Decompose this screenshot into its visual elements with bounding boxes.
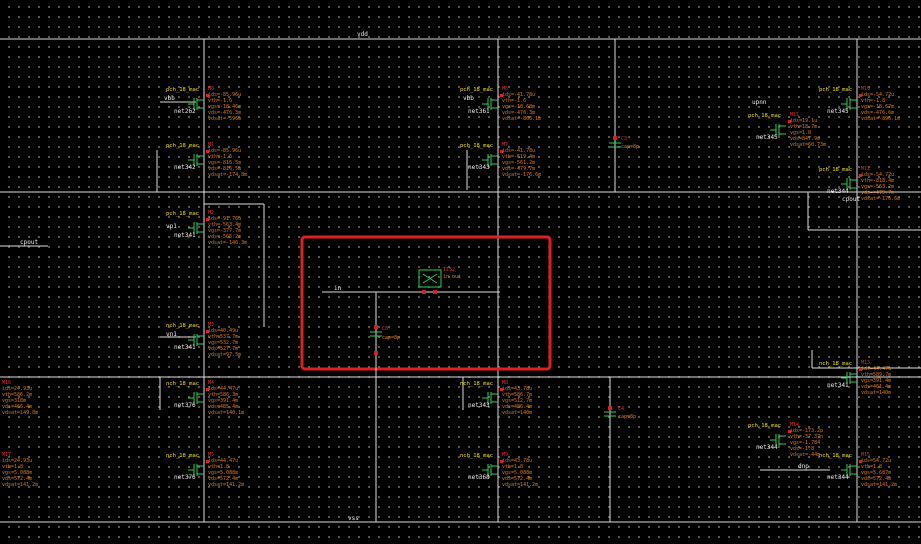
transistor-param: vdsat=140m (861, 390, 891, 396)
transistor-param: vdsat=141.2m (861, 482, 897, 488)
transistor-m1[interactable]: pch_18_macnet342M1ids=-85.96uvth=-1.6vgs… (166, 142, 247, 178)
transistor-cell: nch_18_mac (460, 453, 493, 459)
transistor-param: vdsat=141.2m (502, 482, 538, 488)
schematic-canvas[interactable]: vdd vss vbb vbb upnn cpout cpout vp1 vn1… (0, 0, 921, 544)
transistor-net: net345 (756, 134, 778, 141)
transistor-param: vdsat=141.2m (2, 482, 38, 488)
transistor-param: vdsat=141.2m (208, 482, 244, 488)
transistor-m7[interactable]: pch_18_macnet343M7ids=-41.78uvth=-619.4m… (460, 142, 541, 178)
net-label-vn1: vn1 (166, 331, 177, 338)
transistor-layer: pch_18_macnet262M0ids=-85.96uvth=-1.6vgs… (2, 86, 900, 488)
transistor-m4[interactable]: nch_18_macnet376M4ids=44.47uvth=586.3mvg… (166, 380, 244, 416)
transistor-m16[interactable]: M16ids=24.93uvth=586.2mvgs=318mvds=466.4… (2, 380, 38, 416)
transistor-net: net368 (468, 474, 490, 481)
transistor-cell: nch_18_mac (819, 453, 852, 459)
net-label-in: in (334, 285, 342, 292)
transistor-param: vdsat=-896.1m (861, 116, 900, 122)
transistor-m2[interactable]: pch_18_macnet341M2ids=-91.76uvth=-563.4m… (166, 210, 247, 246)
net-label-cpout-right: cpout (842, 196, 860, 203)
transistor-param: vdsat=97.5m (208, 352, 241, 358)
c4-inst: C4 (618, 406, 624, 412)
transistor-param: vdsat=-866.1m (502, 116, 541, 122)
transistor-param: vdsat=-176.6m (502, 172, 541, 178)
transistor-net: net376 (174, 402, 196, 409)
highlight-box (300, 235, 552, 371)
transistor-param: vdsat=-44m (790, 452, 820, 458)
transistor-cell: nch_18_mac (748, 113, 781, 119)
transistor-cell: pch_18_mac (166, 211, 199, 217)
transistor-net: net343 (468, 164, 490, 171)
c3-value: cap=8p (621, 144, 639, 150)
transistor-net: net344 (756, 444, 778, 451)
transistor-param: vdsat=140.1m (208, 410, 244, 416)
transistor-net: net341 (174, 344, 196, 351)
transistor-param: vdsat=-176.6m (861, 196, 900, 202)
net-label-upnn: upnn (752, 99, 767, 106)
transistor-net: net262 (174, 108, 196, 115)
c3-inst: C3 (621, 136, 627, 142)
transistor-m17[interactable]: M17ids=24.93uvth=1.8vgs=5.088mvds=572.4m… (2, 452, 38, 488)
schematic-drawing[interactable]: vdd vss vbb vbb upnn cpout cpout vp1 vn1… (0, 0, 921, 544)
transistor-m14[interactable]: pch_18_macnet344M14ids=-173.2pvth=-37.37… (748, 422, 823, 458)
net-label-vbb-mid: vbb (463, 95, 474, 102)
transistor-net: net342 (174, 164, 196, 171)
transistor-m13[interactable]: nch_18_macnet341M13ids=44.47uvth=589.7mv… (819, 360, 891, 396)
net-label-vp1: vp1 (166, 223, 177, 230)
transistor-net: net341 (827, 382, 849, 389)
transistor-net: net344 (827, 474, 849, 481)
transistor-cell: nch_18_mac (166, 453, 199, 459)
transistor-cell: pch_18_mac (166, 87, 199, 93)
transistor-cell: pch_18_mac (460, 87, 493, 93)
c0-inst: C0 (382, 326, 388, 332)
net-label-dnp: dnp (798, 463, 809, 470)
transistor-net: net343 (468, 402, 490, 409)
net-label-cpout-left: cpout (20, 239, 38, 246)
transistor-param: vdsat=140m (502, 410, 532, 416)
capacitor-c3[interactable]: C3 cap=8p (609, 136, 639, 150)
transistor-cell: nch_18_mac (460, 381, 493, 387)
buffer-inst: I152 (443, 267, 455, 273)
transistor-net: net376 (174, 474, 196, 481)
transistor-net: net345 (827, 108, 849, 115)
transistor-m11[interactable]: nch_18_macnet345M11ids=19.1uvth=18.7mvgs… (748, 112, 826, 148)
c0-value: cap=8p (382, 335, 400, 341)
capacitor-c4[interactable]: C4 cap=8p (604, 406, 636, 420)
transistor-cell: pch_18_mac (819, 167, 852, 173)
transistor-param: vdsat=60.73m (790, 142, 826, 148)
transistor-m5[interactable]: nch_18_macnet376M5ids=44.47uvth=1.8vgs=5… (166, 452, 244, 488)
transistor-cell: pch_18_mac (748, 423, 781, 429)
transistor-cell: nch_18_mac (166, 323, 199, 329)
net-label-vbb: vbb (164, 95, 175, 102)
buffer-symbol[interactable]: I152 in out (418, 267, 461, 294)
transistor-m6[interactable]: pch_18_macnet361M6ids=-41.78uvth=-1.6vgs… (460, 86, 541, 122)
vdd-label: vdd (357, 31, 368, 38)
transistor-cell: nch_18_mac (166, 381, 199, 387)
transistor-m9[interactable]: nch_18_macnet368M9ids=43.78uvth=1.8vgs=5… (460, 452, 538, 488)
transistor-cell: pch_18_mac (166, 143, 199, 149)
transistor-net: net361 (468, 108, 490, 115)
transistor-cell: pch_18_mac (819, 87, 852, 93)
c4-value: cap=8p (618, 414, 636, 420)
capacitor-c0[interactable]: C0 cap=8p (370, 325, 400, 355)
transistor-param: vdsat=149.8m (2, 410, 38, 416)
transistor-net: net341 (174, 232, 196, 239)
transistor-param: vdsat=-146.3m (208, 240, 247, 246)
vss-label: vss (348, 515, 359, 522)
transistor-m10[interactable]: pch_18_macnet345M10ids=-54.72uvth=-1.8vg… (819, 86, 900, 122)
transistor-net: net344 (827, 188, 849, 195)
transistor-cell: pch_18_mac (460, 143, 493, 149)
transistor-param: vdsat=-174.8m (208, 172, 247, 178)
transistor-param: vdsat=-596m (208, 116, 241, 122)
buffer-pins: in out (443, 274, 461, 280)
transistor-m15[interactable]: nch_18_macnet344M15ids=54.72uvth=1.8vgs=… (819, 452, 897, 488)
transistor-m8[interactable]: nch_18_macnet343M8ids=43.78uvth=586.7mvg… (460, 380, 532, 416)
transistor-cell: nch_18_mac (819, 361, 852, 367)
